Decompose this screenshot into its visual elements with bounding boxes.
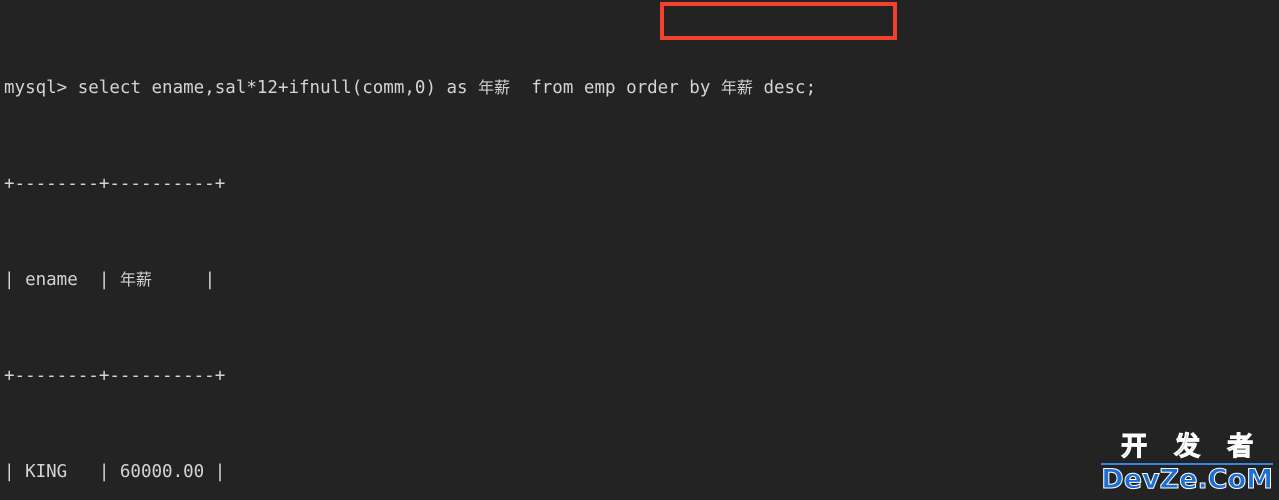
- watermark: 开 发 者 DevZe.CoM: [1101, 432, 1274, 495]
- sql-alias-label: 年薪: [478, 78, 511, 97]
- mysql-prompt: mysql>: [4, 78, 78, 98]
- sql-order-by-tail: desc;: [752, 78, 817, 98]
- column-header-salary: 年薪: [119, 270, 152, 289]
- header-prefix: |: [4, 270, 26, 290]
- header-suffix: |: [151, 270, 216, 290]
- terminal-console-output: mysql> select ename,sal*12+ifnull(comm,0…: [4, 4, 816, 500]
- table-header-row: | ename | 年薪 |: [4, 268, 816, 292]
- sql-order-by-column: 年薪: [720, 78, 753, 97]
- header-separator: |: [77, 270, 120, 290]
- watermark-cjk-text: 开 发 者: [1121, 432, 1263, 463]
- sql-query-from-clause: from emp: [510, 78, 627, 98]
- command-line: mysql> select ename,sal*12+ifnull(comm,0…: [4, 76, 816, 100]
- sql-order-by-head: order by: [626, 78, 721, 98]
- table-row: | KING | 60000.00 |: [4, 462, 226, 482]
- table-top-rule: +--------+----------+: [4, 174, 226, 194]
- terminal-window: mysql> select ename,sal*12+ifnull(comm,0…: [0, 0, 1279, 500]
- sql-query-head: select ename,sal*12+ifnull(comm,0) as: [77, 78, 479, 98]
- table-header-rule: +--------+----------+: [4, 366, 226, 386]
- column-header-ename: ename: [25, 270, 78, 290]
- watermark-site-text: DevZe.CoM: [1101, 463, 1273, 495]
